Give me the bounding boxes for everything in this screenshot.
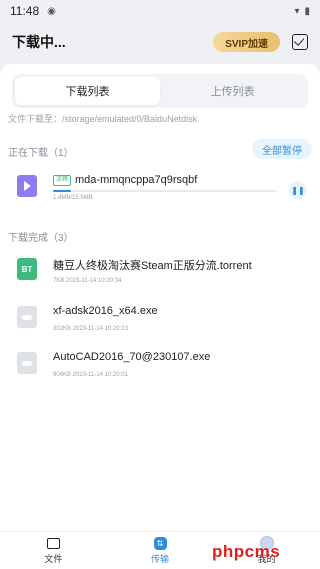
notification-icon: ◉ bbox=[47, 5, 56, 17]
file-meta: 302KB 2023-11-14 10:20:13 bbox=[53, 326, 128, 332]
bt-icon: BT bbox=[17, 258, 37, 280]
battery-icon: ▮ bbox=[304, 5, 310, 17]
file-name: xf-adsk2016_x64.exe bbox=[53, 305, 158, 317]
file-name: 流畅 mda-mmqncppa7q9rsqbf bbox=[53, 174, 197, 186]
page-title: 下载中... bbox=[12, 34, 66, 50]
file-name: AutoCAD2016_70@230107.exe bbox=[53, 351, 211, 363]
nav-files[interactable]: 文件 bbox=[0, 532, 107, 569]
cloud-icon bbox=[17, 306, 37, 328]
download-path: 文件下载至：/storage/emulated/0/BaiduNetdisk bbox=[8, 114, 198, 124]
cloud-icon bbox=[17, 352, 37, 374]
completed-item[interactable]: xf-adsk2016_x64.exe 302KB 2023-11-14 10:… bbox=[0, 296, 320, 344]
pause-all-button[interactable]: 全部暂停 bbox=[252, 139, 312, 159]
completed-section-header: 下载完成（3） bbox=[8, 233, 74, 244]
file-meta: 904KB 2023-11-14 10:20:01 bbox=[53, 372, 128, 378]
status-icons: ▾ ▮ bbox=[294, 6, 310, 17]
nav-label: 文件 bbox=[44, 554, 63, 564]
transfer-tabs: 下载列表 上传列表 bbox=[12, 74, 308, 108]
completed-item[interactable]: BT 糖豆人终极淘汰赛Steam正版分流.torrent 7KB 2023-11… bbox=[0, 248, 320, 296]
tab-upload-list[interactable]: 上传列表 bbox=[160, 77, 305, 105]
file-name: 糖豆人终极淘汰赛Steam正版分流.torrent bbox=[53, 260, 252, 272]
status-time: 11:48 bbox=[10, 4, 40, 18]
pause-icon[interactable]: ❚❚ bbox=[289, 181, 307, 199]
nav-label: 传输 bbox=[151, 554, 170, 564]
status-bar: 11:48 ◉ ▾ ▮ bbox=[0, 0, 320, 22]
transfer-icon: ⇅ bbox=[153, 536, 167, 550]
downloading-section-header: 正在下载（1） bbox=[8, 148, 74, 159]
watermark: phpcms bbox=[212, 542, 281, 561]
quality-badge: 流畅 bbox=[53, 174, 72, 186]
file-name-text: mda-mmqncppa7q9rsqbf bbox=[75, 174, 198, 186]
tab-download-list[interactable]: 下载列表 bbox=[15, 77, 160, 105]
file-meta: 7KB 2023-11-14 10:20:34 bbox=[53, 278, 122, 284]
download-item[interactable]: 流畅 mda-mmqncppa7q9rsqbf 1.4MB/15.5MB ❚❚ bbox=[0, 165, 320, 213]
transfer-panel: 下载列表 上传列表 文件下载至：/storage/emulated/0/Baid… bbox=[0, 64, 320, 531]
folder-icon bbox=[46, 536, 60, 550]
file-size: 1.4MB/15.5MB bbox=[53, 195, 93, 201]
wifi-icon: ▾ bbox=[294, 5, 300, 17]
video-file-icon bbox=[17, 175, 37, 197]
download-progress-bar bbox=[53, 190, 277, 192]
top-header: 下载中... SVIP加速 bbox=[0, 22, 320, 62]
completed-item[interactable]: AutoCAD2016_70@230107.exe 904KB 2023-11-… bbox=[0, 342, 320, 390]
svip-accelerate-button[interactable]: SVIP加速 bbox=[213, 32, 280, 52]
nav-transfer[interactable]: ⇅ 传输 bbox=[107, 532, 214, 569]
multi-select-icon[interactable] bbox=[292, 34, 308, 50]
download-progress-fill bbox=[53, 190, 71, 192]
